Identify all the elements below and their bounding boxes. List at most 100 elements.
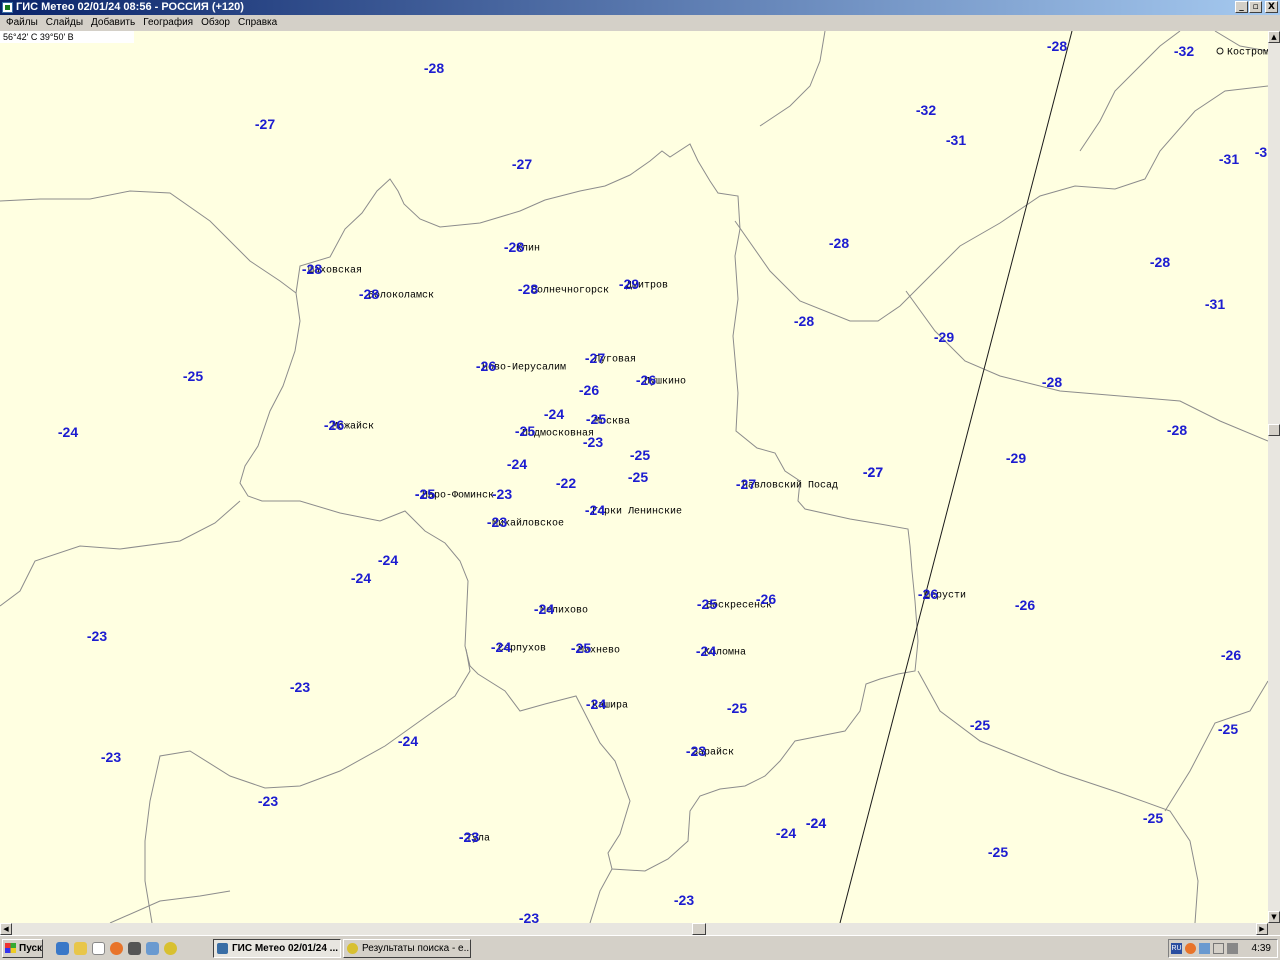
temperature-label: -25: [514, 423, 536, 439]
menu-files[interactable]: Файлы: [2, 15, 42, 31]
region-boundary-southwest: [109, 890, 231, 923]
start-button[interactable]: Пуск: [2, 939, 43, 958]
temperature-label: -28: [1149, 254, 1171, 270]
temperature-label: -3: [1254, 144, 1268, 160]
folder-icon[interactable]: [74, 942, 87, 955]
temperature-label: -25: [414, 486, 436, 502]
ryazan-east-boundary: [1164, 680, 1268, 812]
firefox-icon[interactable]: [110, 942, 123, 955]
minimize-button[interactable]: _: [1235, 1, 1248, 13]
temperature-label: -28: [828, 235, 850, 251]
temperature-label: -23: [685, 743, 707, 759]
temperature-label: -32: [915, 102, 937, 118]
temperature-label: -25: [627, 469, 649, 485]
coordinates-readout: 56°42' С 39°50' В: [0, 31, 134, 43]
temperature-label: -25: [585, 411, 607, 427]
temperature-label: -24: [585, 696, 607, 712]
task-search-results[interactable]: Результаты поиска - е...: [343, 939, 471, 958]
weather-map[interactable]: 56°42' С 39°50' В Кострома Клин Шаховска…: [0, 31, 1268, 923]
temperature-label: -25: [1142, 810, 1164, 826]
language-indicator[interactable]: RU: [1171, 943, 1182, 954]
temperature-label: -31: [1218, 151, 1240, 167]
temperature-label: -25: [629, 447, 651, 463]
vertical-scrollbar[interactable]: ▲ ▼: [1268, 31, 1280, 923]
document-icon[interactable]: [92, 942, 105, 955]
tula-east-boundary: [589, 868, 613, 923]
scroll-left-button[interactable]: ◀: [0, 923, 12, 935]
menu-overview[interactable]: Обзор: [197, 15, 234, 31]
temperature-label: -24: [397, 733, 419, 749]
menu-slides[interactable]: Слайды: [42, 15, 87, 31]
temperature-label: -27: [735, 476, 757, 492]
temperature-label: -25: [570, 640, 592, 656]
yaroslavl-boundary: [759, 31, 826, 127]
tray-settings-icon[interactable]: [1227, 943, 1238, 954]
gis-meteo-icon[interactable]: [2, 2, 13, 13]
menu-help[interactable]: Справка: [234, 15, 281, 31]
scrollbar-corner: [1268, 923, 1280, 935]
city-label-gorki-leninskie: Горки Ленинские: [592, 506, 683, 518]
scroll-up-button[interactable]: ▲: [1268, 31, 1280, 43]
chrome-icon: [347, 943, 358, 954]
network-icon[interactable]: [146, 942, 159, 955]
horizontal-scroll-thumb[interactable]: [692, 923, 706, 935]
temperature-label: -24: [377, 552, 399, 568]
taskbar: Пуск ГИС Метео 02/01/24 ... Результаты п…: [0, 935, 1280, 960]
close-button[interactable]: X: [1265, 1, 1278, 13]
horizontal-scrollbar[interactable]: ◀ ▶: [0, 923, 1268, 935]
vladimir-inner-boundary: [905, 290, 1268, 442]
temperature-label: -28: [1046, 38, 1068, 54]
region-boundary-west-south: [0, 500, 241, 607]
menu-bar: Файлы Слайды Добавить География Обзор Сп…: [0, 15, 1280, 31]
ryazan-boundary: [917, 670, 1199, 923]
temperature-label: -24: [584, 502, 606, 518]
browser-quicklaunch-icon[interactable]: [56, 942, 69, 955]
temperature-label: -28: [1166, 422, 1188, 438]
temperature-label: -25: [969, 717, 991, 733]
task-label: ГИС Метео 02/01/24 ...: [232, 943, 339, 954]
temperature-label: -29: [933, 329, 955, 345]
temperature-label: -23: [486, 514, 508, 530]
temperature-label: -31: [945, 132, 967, 148]
temperature-label: -24: [533, 601, 555, 617]
title-bar[interactable]: ГИС Метео 02/01/24 08:56 - РОССИЯ (+120)…: [0, 0, 1280, 15]
windows-logo-icon: [5, 943, 16, 953]
temperature-label: -31: [1204, 296, 1226, 312]
city-label-solnechnogorsk: Солнечногорск: [531, 285, 610, 297]
temperature-label: -23: [257, 793, 279, 809]
temperature-label: -24: [543, 406, 565, 422]
temperature-label: -25: [1217, 721, 1239, 737]
tray-network-icon[interactable]: [1199, 943, 1210, 954]
menu-geography[interactable]: География: [139, 15, 197, 31]
temperature-label: -23: [100, 749, 122, 765]
vladimir-boundary: [734, 85, 1268, 322]
temperature-label: -22: [555, 475, 577, 491]
chrome-icon[interactable]: [164, 942, 177, 955]
temperature-label: -27: [862, 464, 884, 480]
city-marker-kostroma[interactable]: [1216, 47, 1224, 55]
temperature-label: -26: [1220, 647, 1242, 663]
temperature-label: -28: [793, 313, 815, 329]
tray-volume-icon[interactable]: [1213, 943, 1224, 954]
utility-icon[interactable]: [128, 942, 141, 955]
vertical-scroll-thumb[interactable]: [1268, 424, 1280, 436]
maximize-button[interactable]: ▫: [1249, 1, 1262, 13]
menu-add[interactable]: Добавить: [87, 15, 139, 31]
temperature-label: -25: [696, 596, 718, 612]
tray-app-icon[interactable]: [1185, 943, 1196, 954]
scroll-down-button[interactable]: ▼: [1268, 911, 1280, 923]
temperature-label: -24: [506, 456, 528, 472]
temperature-label: -27: [254, 116, 276, 132]
temperature-label: -23: [582, 434, 604, 450]
task-gis-meteo[interactable]: ГИС Метео 02/01/24 ...: [213, 939, 341, 958]
scroll-right-button[interactable]: ▶: [1256, 923, 1268, 935]
task-label: Результаты поиска - е...: [362, 943, 471, 954]
temperature-label: -24: [695, 643, 717, 659]
temperature-label: -27: [511, 156, 533, 172]
window-title: ГИС Метео 02/01/24 08:56 - РОССИЯ (+120): [16, 1, 244, 13]
temperature-label: -29: [618, 276, 640, 292]
system-tray: RU 4:39: [1168, 939, 1278, 958]
region-boundary-west-north: [0, 190, 297, 294]
clock[interactable]: 4:39: [1252, 940, 1271, 957]
temperature-label: -28: [503, 239, 525, 255]
